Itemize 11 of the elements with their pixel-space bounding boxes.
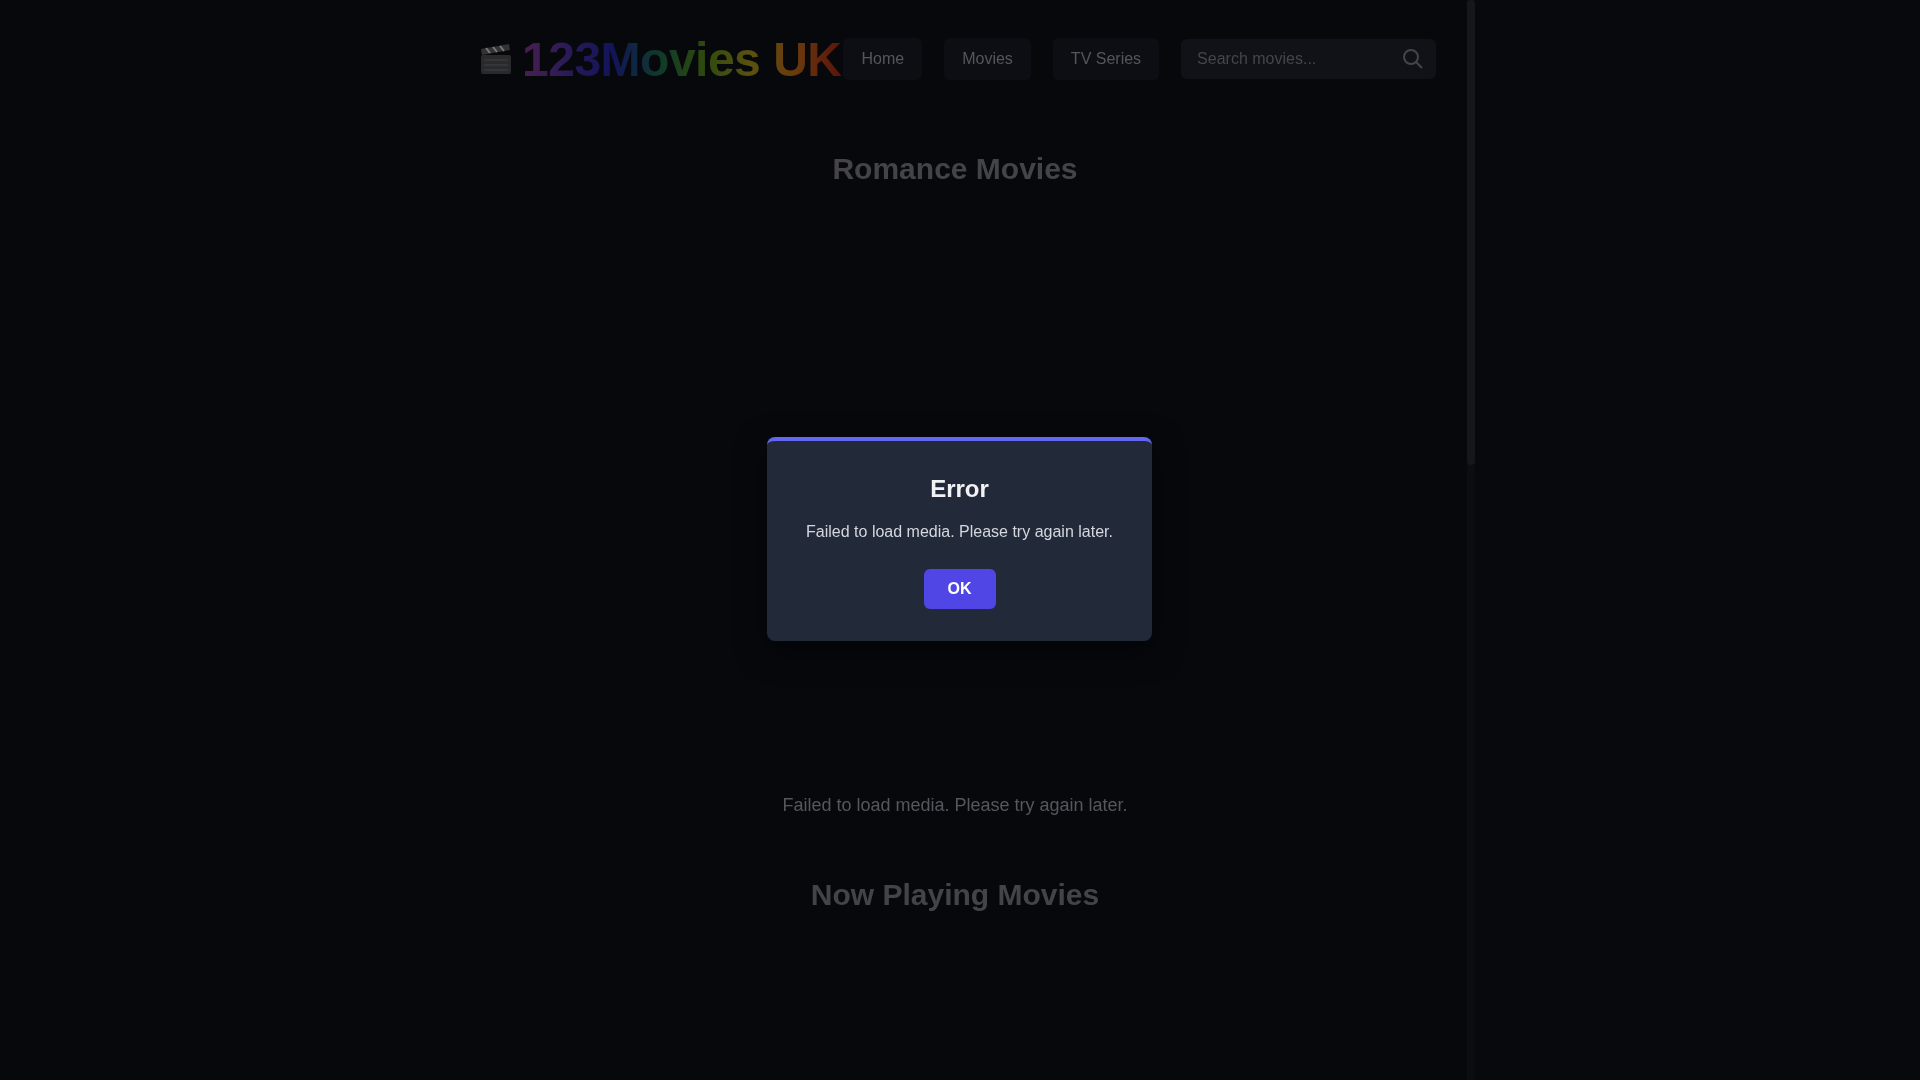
search-icon[interactable] bbox=[1402, 48, 1425, 70]
dialog-message: Failed to load media. Please try again later. bbox=[806, 523, 1113, 541]
error-message: Failed to load media. Please try again later. bbox=[782, 795, 1128, 816]
section-heading: Now Playing Movies bbox=[810, 877, 1100, 913]
nav-link[interactable]: TV Series bbox=[1052, 38, 1160, 80]
section-heading: Romance Movies bbox=[832, 151, 1078, 187]
nav-link[interactable]: Home bbox=[843, 38, 923, 80]
nav-link[interactable]: Movies bbox=[944, 38, 1031, 80]
clapperboard-icon bbox=[478, 41, 514, 77]
dialog-title: Error bbox=[930, 475, 989, 503]
ok-button[interactable]: OK bbox=[923, 569, 996, 609]
